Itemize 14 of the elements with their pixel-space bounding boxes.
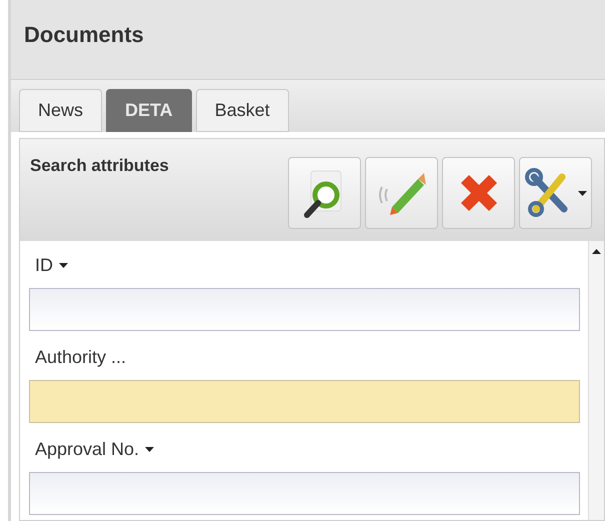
field-label: Approval No. <box>35 438 140 461</box>
input-field[interactable] <box>29 472 580 515</box>
tab[interactable]: News <box>19 89 102 132</box>
header-title: Documents <box>24 22 144 47</box>
input-field[interactable] <box>29 288 580 331</box>
tab[interactable]: DETA <box>106 89 192 132</box>
input-field[interactable] <box>29 380 580 423</box>
toolbar-button[interactable] <box>288 157 361 229</box>
scrollbar[interactable] <box>588 241 604 520</box>
panel-title: Search attributes <box>30 155 169 177</box>
field-label: ID <box>35 254 53 276</box>
tab[interactable]: Basket <box>196 89 289 132</box>
scroll-up-icon[interactable] <box>592 249 601 254</box>
field-label: Authority ... <box>35 346 126 369</box>
